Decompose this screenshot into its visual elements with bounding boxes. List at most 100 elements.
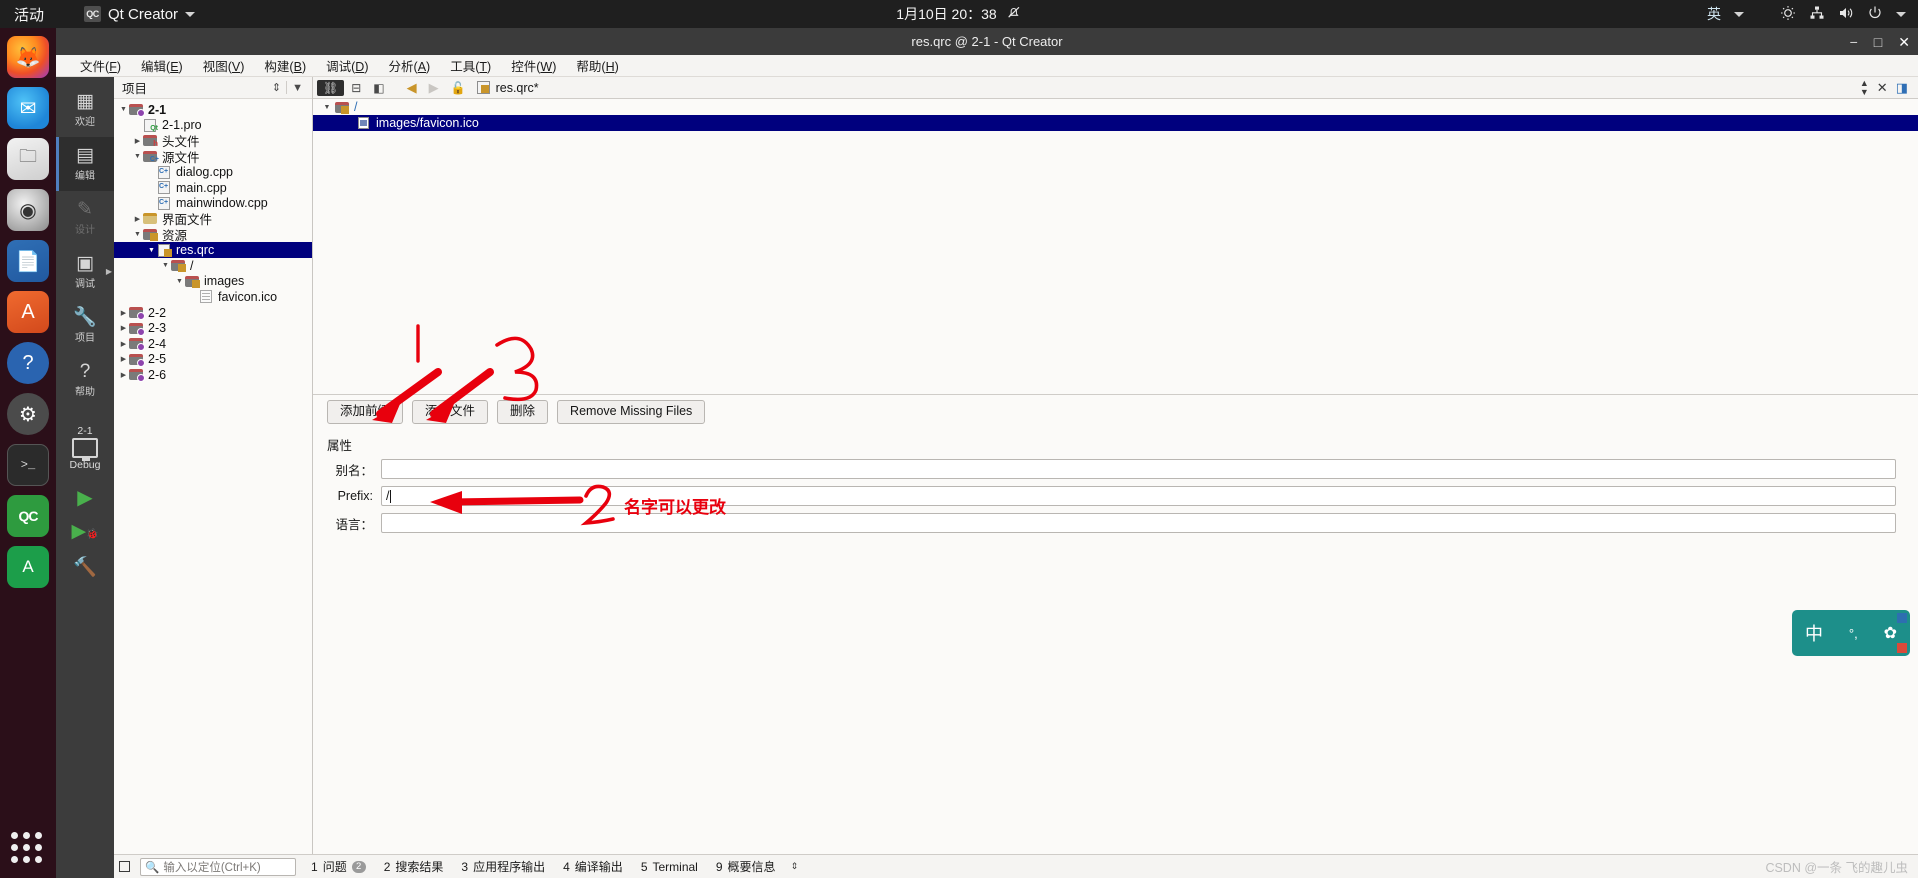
output-pane-button[interactable]: 3 应用程序输出 (452, 858, 554, 875)
tree-item[interactable]: C+ mainwindow.cpp (114, 196, 312, 212)
tree-item[interactable]: ▶ 2-4 (114, 336, 312, 352)
build-button[interactable]: 🔨 (73, 555, 97, 579)
tree-item[interactable]: C+ dialog.cpp (114, 164, 312, 180)
tree-item[interactable]: ▶ 界面文件 (114, 211, 312, 227)
mode-welcome[interactable]: ▦ 欢迎 (56, 83, 114, 137)
chevron-down-icon[interactable]: ▼ (118, 106, 129, 113)
dock-icon-libreoffice-writer[interactable]: 📄 (7, 240, 49, 282)
output-pane-button[interactable]: 2 搜索结果 (375, 858, 453, 875)
tree-item[interactable]: ▼ 2-1 (114, 102, 312, 118)
tree-item[interactable]: ▶ 2-6 (114, 367, 312, 383)
dock-icon-ubuntu-software[interactable]: A (7, 291, 49, 333)
dock-icon-anaconda[interactable]: A (7, 546, 49, 588)
chevron-right-icon[interactable]: ▶ (118, 371, 129, 379)
output-pane-button[interactable]: 5 Terminal (632, 860, 707, 874)
tree-item[interactable]: ▼ C+ 源文件 (114, 149, 312, 165)
tree-item[interactable]: ▶ 2-2 (114, 305, 312, 321)
tree-item[interactable]: ▶ h 头文件 (114, 133, 312, 149)
mode-debug[interactable]: ▣ 调试 ▶ (56, 245, 114, 299)
menu-file[interactable]: 文件(F) (70, 54, 131, 77)
chevron-right-icon[interactable]: ▶ (132, 137, 143, 145)
navigate-back-button[interactable]: ◀ (402, 80, 422, 96)
input-language-indicator[interactable]: 英 (1707, 4, 1721, 24)
system-tray[interactable]: 英 (1707, 4, 1906, 24)
clock-button[interactable]: 1月10日 20：38 (896, 4, 1021, 24)
app-menu-button[interactable]: QC Qt Creator (84, 6, 196, 23)
dock-icon-files[interactable]: 🗀 (7, 138, 49, 180)
chevron-right-icon[interactable]: ▶ (118, 324, 129, 332)
add-prefix-button[interactable]: 添加前缀 (327, 400, 404, 424)
dock-icon-settings[interactable]: ⚙ (7, 393, 49, 435)
tree-item[interactable]: Qt 2-1.pro (114, 118, 312, 134)
chevron-down-icon[interactable]: ▼ (319, 104, 335, 111)
chevron-down-icon[interactable]: ▼ (160, 262, 171, 269)
filter-icon[interactable]: ▼ (287, 82, 308, 94)
chevron-down-icon[interactable]: ▼ (132, 231, 143, 238)
resource-tree[interactable]: ▼ / images/favicon.ico (313, 99, 1918, 395)
menu-view[interactable]: 视图(V) (193, 54, 255, 77)
ime-indicator[interactable]: 中 °, ✿ (1792, 610, 1910, 656)
chevron-right-icon[interactable]: ▶ (118, 355, 129, 363)
menu-help[interactable]: 帮助(H) (566, 54, 628, 77)
menu-debug[interactable]: 调试(D) (316, 54, 378, 77)
output-pane-button[interactable]: 9 概要信息 (707, 858, 785, 875)
mode-projects[interactable]: 🔧 项目 (56, 299, 114, 353)
chevron-right-icon[interactable]: ▶ (118, 340, 129, 348)
tree-item[interactable]: ▶ 2-5 (114, 352, 312, 368)
prefix-field[interactable]: / (381, 486, 1896, 506)
sync-arrows-icon[interactable]: ⇕ (267, 81, 286, 94)
output-pane-resize-icon[interactable]: ⇕ (785, 862, 799, 871)
chevron-down-icon[interactable]: ▼ (146, 247, 157, 254)
close-split-icon[interactable]: ◧ (368, 81, 389, 95)
output-pane-button[interactable]: 4 编译输出 (554, 858, 632, 875)
project-tree[interactable]: ▼ 2-1 Qt 2-1.pro ▶ h 头文件 ▼ C+ 源文件 C+ dialog.cpp C+ ma… (114, 99, 312, 383)
start-debugging-button[interactable]: ▶🐞 (71, 520, 98, 543)
tree-item[interactable]: ▶ 2-3 (114, 320, 312, 336)
resource-tree-item[interactable]: images/favicon.ico (313, 115, 1918, 131)
tree-item[interactable]: ▼ images (114, 274, 312, 290)
dock-icon-qt-creator[interactable]: QC (7, 495, 49, 537)
mode-edit[interactable]: ▤ 编辑 (56, 137, 114, 191)
chevron-down-icon[interactable]: ▼ (132, 153, 143, 160)
search-input[interactable]: 🔍 输入以定位(Ctrl+K) (140, 857, 296, 876)
close-button[interactable]: ✕ (1898, 35, 1910, 49)
output-pane-button[interactable]: 1 问题 2 (302, 858, 375, 875)
dock-icon-thunderbird[interactable]: ✉ (7, 87, 49, 129)
dock-icon-terminal[interactable]: >_ (7, 444, 49, 486)
add-file-button[interactable]: 添加文件 (412, 400, 489, 424)
split-icon[interactable]: ◨ (1896, 80, 1908, 96)
kit-selector[interactable]: 2-1 Debug (70, 425, 101, 471)
open-document-selector[interactable]: res.qrc* (476, 81, 539, 95)
mode-help[interactable]: ? 帮助 (56, 353, 114, 407)
dock-icon-firefox[interactable]: 🦊 (7, 36, 49, 78)
run-button[interactable]: ▶ (77, 485, 92, 510)
remove-missing-files-button[interactable]: Remove Missing Files (557, 400, 706, 424)
resource-tree-item[interactable]: ▼ / (313, 99, 1918, 115)
dock-icon-rhythmbox[interactable]: ◉ (7, 189, 49, 231)
minimize-button[interactable]: − (1850, 35, 1858, 49)
menu-analyze[interactable]: 分析(A) (379, 54, 441, 77)
split-editor-icon[interactable]: ⊟ (346, 81, 366, 95)
show-applications-button[interactable] (11, 832, 45, 866)
unlocked-icon[interactable]: 🔓 (446, 81, 471, 95)
menu-widgets[interactable]: 控件(W) (501, 54, 566, 77)
activities-button[interactable]: 活动 (14, 4, 44, 25)
navigate-forward-button[interactable]: ▶ (424, 80, 444, 96)
remove-button[interactable]: 删除 (497, 400, 549, 424)
maximize-button[interactable]: □ (1874, 35, 1882, 49)
tree-item[interactable]: favicon.ico (114, 289, 312, 305)
menu-build[interactable]: 构建(B) (254, 54, 316, 77)
tree-item[interactable]: ▼ / (114, 258, 312, 274)
tree-item[interactable]: ▼ 资源 (114, 227, 312, 243)
toggle-sidebar-icon[interactable] (114, 855, 134, 878)
language-field[interactable] (381, 513, 1896, 533)
dock-icon-help[interactable]: ? (7, 342, 49, 384)
chevron-down-icon[interactable]: ▼ (174, 278, 185, 285)
link-editors-icon[interactable]: ⛓ (317, 79, 345, 96)
close-document-button[interactable]: ✕ (1877, 80, 1888, 96)
tree-item[interactable]: C+ main.cpp (114, 180, 312, 196)
alias-field[interactable] (381, 459, 1896, 479)
chevron-right-icon[interactable]: ▶ (118, 309, 129, 317)
menu-tools[interactable]: 工具(T) (440, 54, 501, 77)
mode-design[interactable]: ✎ 设计 (56, 191, 114, 245)
